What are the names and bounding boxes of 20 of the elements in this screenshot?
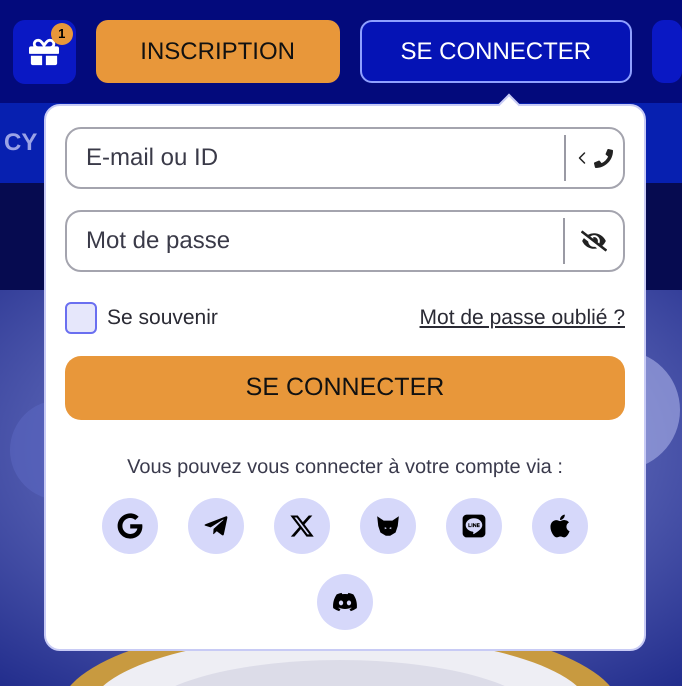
phone-icon[interactable] bbox=[594, 148, 613, 168]
submit-button[interactable]: SE CONNECTER bbox=[65, 356, 625, 420]
remember-checkbox[interactable] bbox=[65, 302, 97, 334]
password-input[interactable]: Mot de passe bbox=[67, 212, 563, 270]
login-button[interactable]: SE CONNECTER bbox=[360, 20, 632, 83]
register-button[interactable]: INSCRIPTION bbox=[96, 20, 340, 83]
remember-label: Se souvenir bbox=[107, 305, 218, 332]
nav-item[interactable]: CY bbox=[4, 125, 38, 161]
line-icon bbox=[461, 513, 487, 539]
password-field[interactable]: Mot de passe bbox=[65, 210, 625, 272]
notification-badge: 1 bbox=[50, 22, 73, 44]
social-login-prompt: Vous pouvez vous connecter à votre compte via : bbox=[126, 455, 564, 480]
email-field[interactable]: E-mail ou ID bbox=[65, 127, 625, 189]
gift-icon bbox=[29, 36, 60, 66]
forgot-password-link[interactable]: Mot de passe oublié ? bbox=[420, 302, 625, 334]
google-icon bbox=[117, 513, 143, 539]
gift-button[interactable]: 1 bbox=[13, 20, 76, 84]
eye-slash-icon[interactable] bbox=[581, 230, 607, 252]
x-icon bbox=[289, 513, 315, 539]
email-input[interactable]: E-mail ou ID bbox=[67, 129, 564, 187]
